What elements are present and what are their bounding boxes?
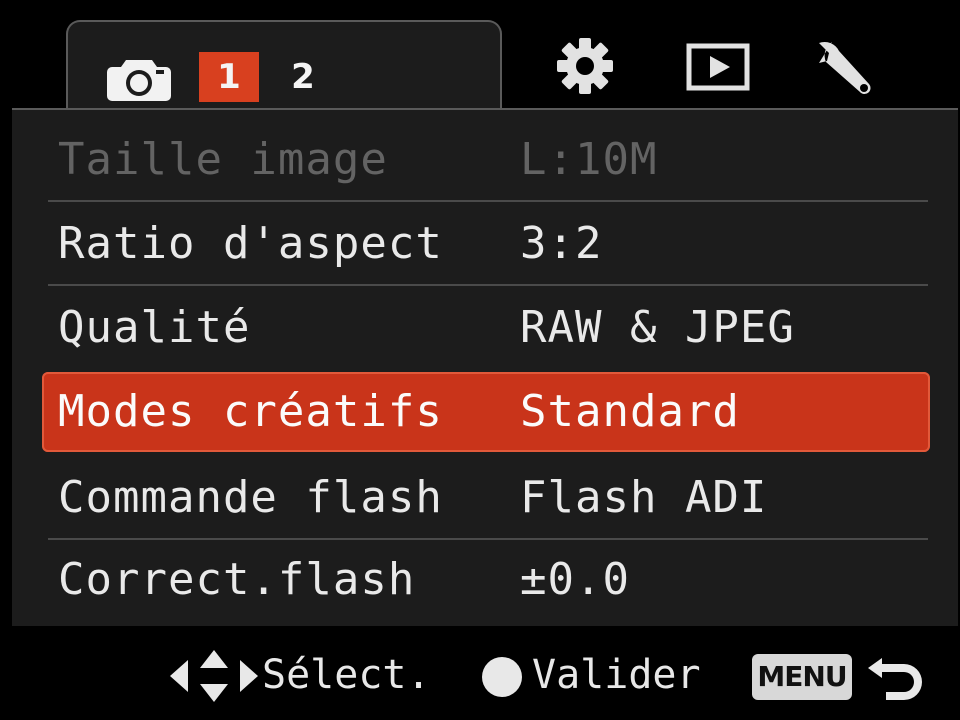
playback-icon[interactable] [686,36,750,96]
select-hint-label: Sélect. [262,652,431,698]
menu-row-commande-flash[interactable]: Commande flash Flash ADI [48,456,928,540]
footer-help-bar: Sélect. Valider MENU [0,630,960,720]
menu-row-correct-flash[interactable]: Correct.flash ±0.0 [48,538,928,622]
center-button-icon [482,657,522,697]
menu-row-value: L:10M [520,134,658,185]
menu-row-value: RAW & JPEG [520,302,795,353]
menu-row-value: 3:2 [520,218,603,269]
dpad-icon [170,650,258,702]
menu-row-label: Modes créatifs [58,386,443,437]
gear-icon[interactable] [552,36,618,96]
menu-row-modes-creatifs[interactable]: Modes créatifs Standard [42,372,930,452]
menu-row-value: Flash ADI [520,472,768,523]
camera-icon [107,60,171,101]
menu-row-value: ±0.0 [520,554,630,605]
menu-row-taille-image: Taille image L:10M [48,118,928,202]
menu-button[interactable]: MENU [752,654,852,700]
menu-row-label: Qualité [58,302,251,353]
menu-row-label: Commande flash [58,472,443,523]
menu-row-label: Correct.flash [58,554,416,605]
menu-row-ratio-aspect[interactable]: Ratio d'aspect 3:2 [48,202,928,286]
menu-row-label: Taille image [58,134,388,185]
tab-page-2[interactable]: 2 [273,52,333,102]
validate-hint-label: Valider [532,652,701,698]
menu-row-qualite[interactable]: Qualité RAW & JPEG [48,286,928,370]
tab-shooting[interactable]: 1 2 [66,20,502,120]
menu-row-value: Standard [520,386,740,437]
tab-page-1[interactable]: 1 [199,52,259,102]
wrench-icon[interactable] [818,36,888,96]
menu-row-label: Ratio d'aspect [58,218,443,269]
return-arrow-icon[interactable] [866,650,926,704]
